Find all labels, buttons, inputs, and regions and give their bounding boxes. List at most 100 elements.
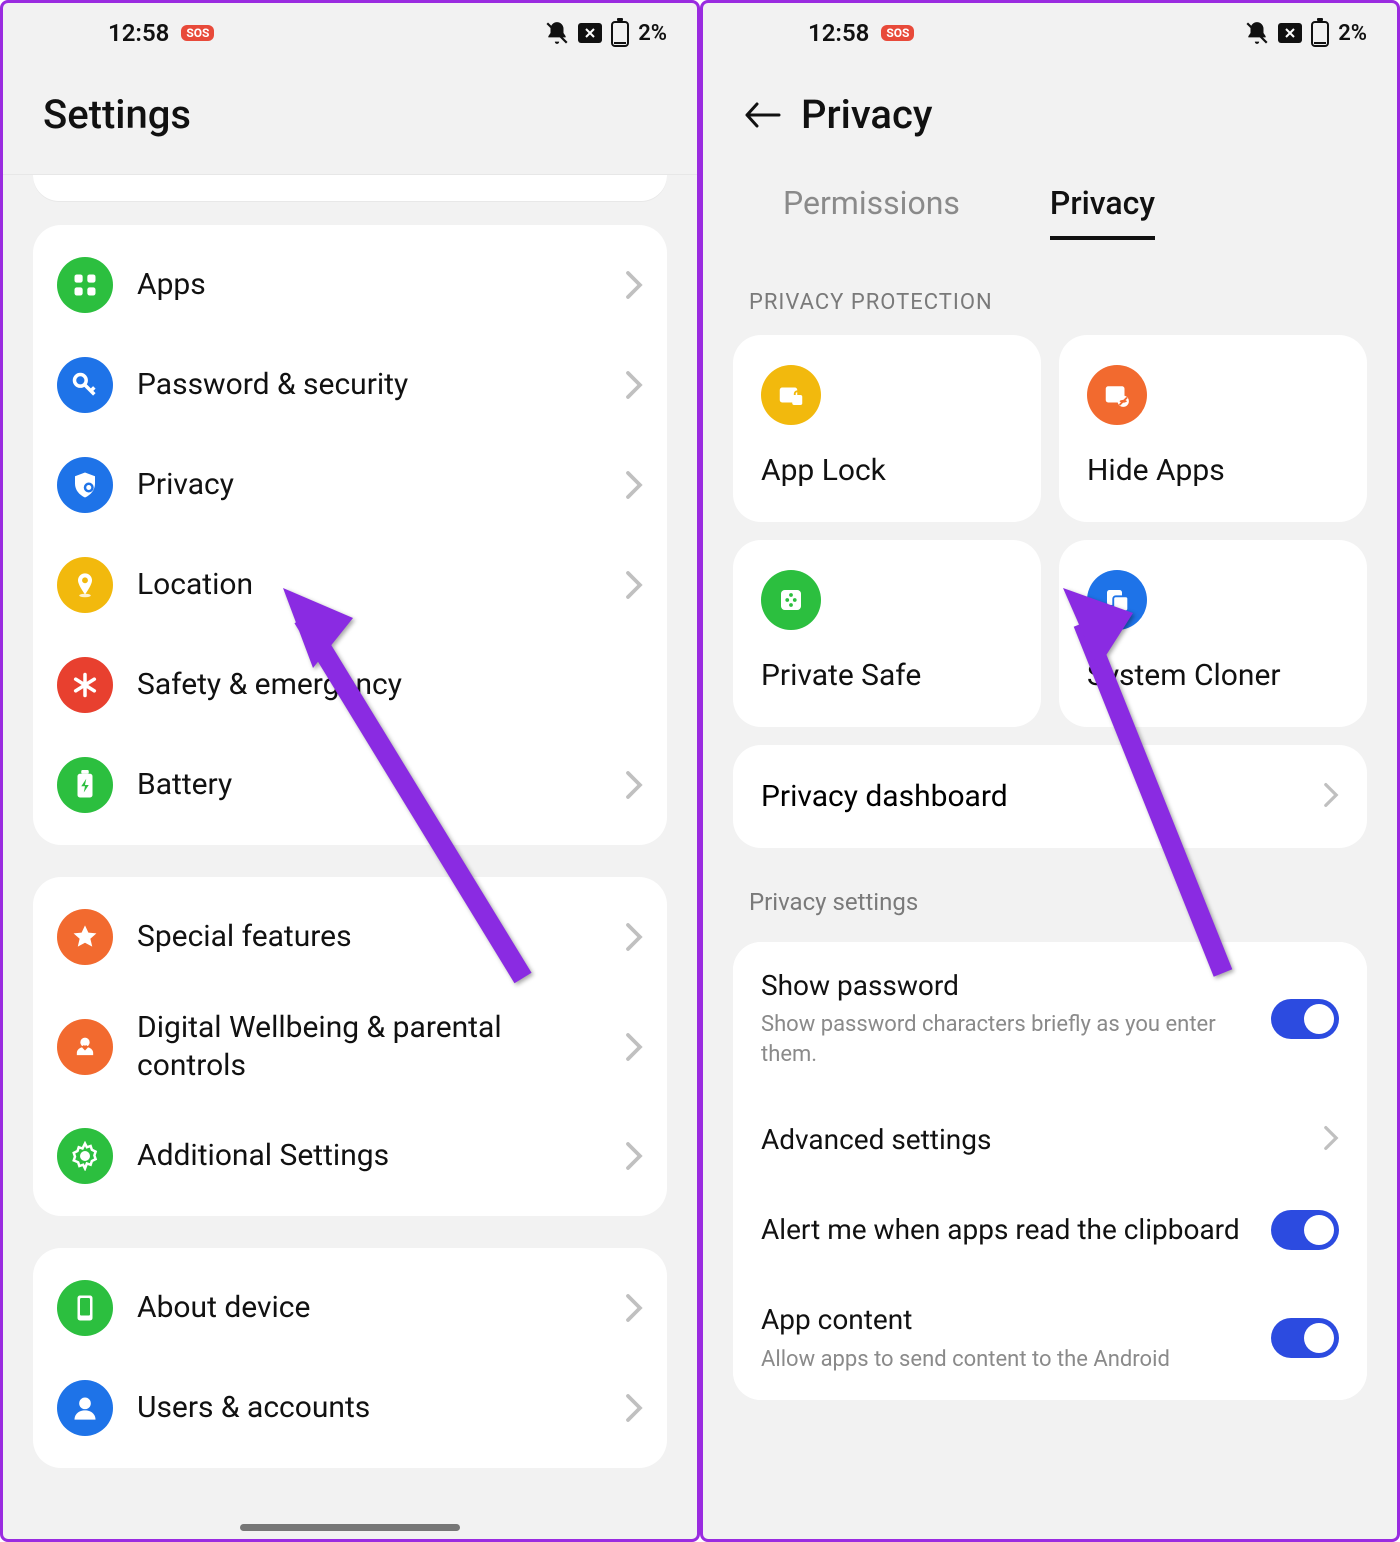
battery-pct: 2% [1338,21,1367,46]
header: Privacy [703,63,1397,174]
chevron-right-icon [625,1141,643,1171]
tab-privacy[interactable]: Privacy [1050,184,1155,240]
clone-icon [1087,570,1147,630]
settings-item-label: Password & security [137,366,601,404]
tile-label: Private Safe [761,658,1013,693]
toggle-clipboard-alert[interactable] [1271,1210,1339,1250]
settings-group-3: About device Users & accounts [33,1248,667,1468]
header: Settings [3,63,697,174]
shield-icon [57,457,113,513]
tile-system-cloner[interactable]: System Cloner [1059,540,1367,727]
setting-show-password[interactable]: Show password Show password characters b… [733,942,1367,1096]
settings-item-privacy[interactable]: Privacy [33,435,667,535]
chevron-right-icon [625,1032,643,1062]
back-button[interactable] [743,100,781,130]
toggle-show-password[interactable] [1271,999,1339,1039]
section-header-settings: Privacy settings [733,848,1367,936]
card-peek [33,175,667,201]
card-icon [578,23,602,43]
status-time: 12:58 [108,19,169,47]
chevron-right-icon [625,1293,643,1323]
status-bar: 12:58 SOS 2% [3,3,697,63]
battery-icon [57,757,113,813]
setting-app-content[interactable]: App content Allow apps to send content t… [733,1276,1367,1400]
settings-item-additional-settings[interactable]: Additional Settings [33,1106,667,1206]
settings-item-label: Digital Wellbeing & parental controls [137,1009,601,1084]
setting-subtitle: Show password characters briefly as you … [761,1010,1251,1069]
tile-label: System Cloner [1087,658,1339,693]
settings-item-label: Location [137,566,601,604]
chevron-right-icon [1323,1125,1339,1155]
settings-item-battery[interactable]: Battery [33,735,667,835]
chevron-right-icon [625,570,643,600]
safe-icon [761,570,821,630]
settings-group-1: Apps Password & security Privacy [33,225,667,845]
home-indicator [240,1524,460,1531]
page-title: Privacy [801,91,932,138]
asterisk-icon [57,657,113,713]
settings-item-safety-emergency[interactable]: Safety & emergency [33,635,667,735]
sos-badge: SOS [881,25,914,41]
privacy-settings-card: Show password Show password characters b… [733,942,1367,1400]
card-icon [1278,23,1302,43]
chevron-right-icon [625,1393,643,1423]
setting-clipboard-alert[interactable]: Alert me when apps read the clipboard [733,1184,1367,1276]
tile-label: App Lock [761,453,1013,488]
section-header-protection: PRIVACY PROTECTION [733,240,1367,335]
settings-item-label: Battery [137,766,601,804]
gear-icon [57,1128,113,1184]
settings-item-special-features[interactable]: Special features [33,887,667,987]
tile-hide-apps[interactable]: Hide Apps [1059,335,1367,522]
battery-pct: 2% [638,21,667,46]
phone-privacy: 12:58 SOS 2% Privacy Permissions Privacy [700,0,1400,1542]
tab-permissions[interactable]: Permissions [783,184,960,240]
chevron-right-icon [625,470,643,500]
setting-advanced[interactable]: Advanced settings [733,1096,1367,1184]
chevron-right-icon [625,922,643,952]
apps-icon [57,257,113,313]
star-icon [57,909,113,965]
status-bar: 12:58 SOS 2% [703,3,1397,63]
chevron-right-icon [1323,782,1339,812]
settings-item-label: Privacy [137,466,601,504]
chevron-right-icon [625,270,643,300]
chevron-right-icon [625,770,643,800]
settings-item-label: Special features [137,918,601,956]
sos-badge: SOS [181,25,214,41]
settings-item-about-device[interactable]: About device [33,1258,667,1358]
settings-item-label: Apps [137,266,601,304]
settings-item-label: About device [137,1289,601,1327]
setting-title: Advanced settings [761,1122,1303,1158]
page-title: Settings [43,91,657,138]
setting-title: App content [761,1302,1251,1338]
setting-title: Alert me when apps read the clipboard [761,1212,1251,1248]
privacy-tile-grid: App Lock Hide Apps Private Safe System C… [733,335,1367,727]
battery-icon [1310,18,1330,48]
status-time: 12:58 [808,19,869,47]
tile-label: Hide Apps [1087,453,1339,488]
tile-app-lock[interactable]: App Lock [733,335,1041,522]
battery-icon [610,18,630,48]
hide-icon [1087,365,1147,425]
settings-item-label: Users & accounts [137,1389,601,1427]
mute-icon [1244,20,1270,46]
device-icon [57,1280,113,1336]
settings-item-digital-wellbeing[interactable]: Digital Wellbeing & parental controls [33,987,667,1106]
pin-icon [57,557,113,613]
tile-label: Privacy dashboard [761,779,1008,814]
tile-private-safe[interactable]: Private Safe [733,540,1041,727]
settings-item-apps[interactable]: Apps [33,235,667,335]
settings-group-2: Special features Digital Wellbeing & par… [33,877,667,1216]
toggle-app-content[interactable] [1271,1318,1339,1358]
settings-item-label: Safety & emergency [137,666,643,704]
settings-item-location[interactable]: Location [33,535,667,635]
applock-icon [761,365,821,425]
settings-item-label: Additional Settings [137,1137,601,1175]
chevron-right-icon [625,370,643,400]
phone-settings: 12:58 SOS 2% Settings Apps [0,0,700,1542]
settings-item-password-security[interactable]: Password & security [33,335,667,435]
settings-item-users-accounts[interactable]: Users & accounts [33,1358,667,1458]
user-icon [57,1380,113,1436]
setting-title: Show password [761,968,1251,1004]
tile-privacy-dashboard[interactable]: Privacy dashboard [733,745,1367,848]
